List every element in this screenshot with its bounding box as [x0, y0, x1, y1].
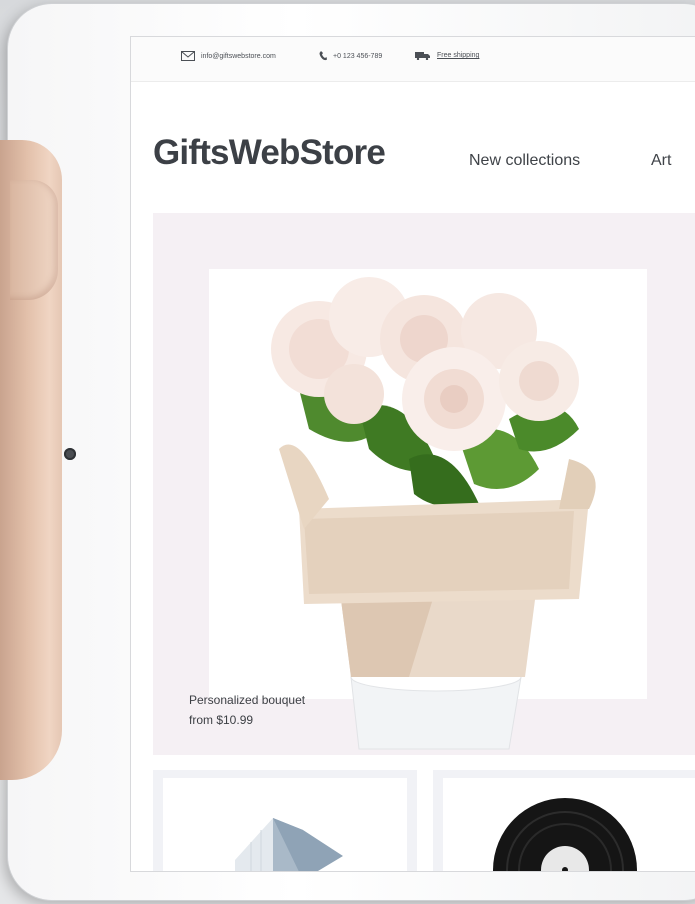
site-logo[interactable]: GiftsWebStore [153, 133, 386, 173]
nav-art[interactable]: Art [651, 152, 671, 170]
product-tile-1[interactable] [153, 770, 417, 871]
architecture-model-image [235, 818, 343, 871]
top-info-bar: info@giftswebstore.com +0 123 456-789 Fr… [131, 37, 695, 82]
phone-text: +0 123 456-789 [333, 52, 383, 60]
email-text: info@giftswebstore.com [201, 52, 276, 60]
phone-contact[interactable]: +0 123 456-789 [319, 51, 382, 61]
product-tile-2-image [443, 778, 695, 871]
shipping-link[interactable]: Free shipping [415, 51, 479, 60]
shipping-text: Free shipping [437, 52, 480, 59]
thumb [10, 180, 58, 300]
hero-title: Personalized bouquet [189, 693, 306, 707]
product-tile-2[interactable] [433, 770, 695, 871]
hero-image-card [209, 269, 647, 750]
camera-icon [64, 448, 76, 460]
email-contact[interactable]: info@giftswebstore.com [181, 51, 276, 61]
tablet-screen: info@giftswebstore.com +0 123 456-789 Fr… [130, 36, 695, 872]
vinyl-record-image [493, 798, 637, 871]
hero-banner[interactable]: Personalized bouquet from $10.99 [153, 213, 695, 755]
phone-icon [319, 51, 327, 61]
envelope-icon [181, 51, 195, 61]
truck-icon [415, 52, 430, 60]
rose-bouquet-image [271, 277, 596, 750]
nav-new-collections[interactable]: New collections [469, 152, 580, 170]
hero-price: from $10.99 [189, 713, 254, 727]
product-tile-1-image [163, 778, 407, 871]
